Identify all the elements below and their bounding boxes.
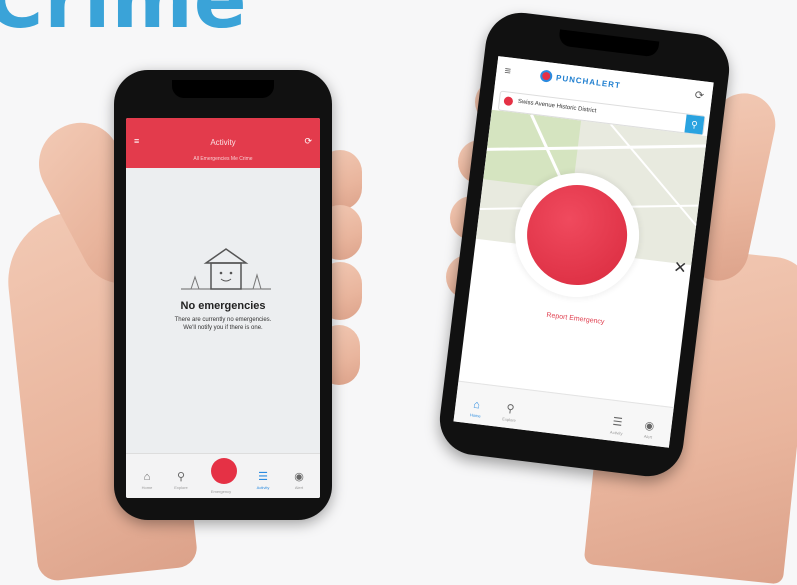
nav-label: Activity — [256, 485, 270, 490]
nav-emergency-label: Emergency — [206, 487, 236, 494]
bottom-nav: ⌂ Home ⚲ Explore Emergency ☰ Activity ◉ Aler… — [126, 453, 320, 498]
header-title: Activity — [210, 138, 236, 147]
nav-label: Explore — [502, 416, 517, 423]
empty-state-title: No emergencies — [180, 300, 266, 312]
left-phone: ≡ Activity ⟳ All Emergencies Me Crime No… — [114, 70, 332, 520]
nav-explore[interactable]: ⚲ Explore — [494, 400, 526, 424]
emergency-button[interactable] — [211, 458, 237, 484]
phone-notch — [172, 80, 274, 98]
menu-icon[interactable]: ≡ — [504, 65, 512, 78]
refresh-icon[interactable]: ⟳ — [304, 136, 312, 147]
nav-label: Alert — [643, 433, 653, 440]
empty-state-message: There are currently no emergencies. We'l… — [140, 316, 306, 333]
nav-activity[interactable]: ☰ Activity — [601, 414, 633, 438]
nav-home[interactable]: ⌂ Home — [460, 397, 492, 420]
bottom-nav: ⌂ Home ⚲ Explore ☰ Activity ◉ Alert — [453, 380, 674, 448]
nav-explore[interactable]: ⚲ Explore — [166, 470, 196, 490]
left-phone-screen: ≡ Activity ⟳ All Emergencies Me Crime No… — [126, 118, 320, 498]
right-phone-screen: ≡ PUNCHALERT ⟳ Swiss Avenue Historic Dis… — [453, 56, 714, 448]
app-logo: PUNCHALERT — [555, 73, 622, 91]
filter-tabs[interactable]: All Emergencies Me Crime — [130, 156, 316, 162]
nav-label: Explore — [174, 485, 188, 490]
punchalert-logo-icon — [539, 69, 553, 83]
close-icon[interactable]: ✕ — [672, 257, 688, 278]
nav-label: Activity — [609, 429, 623, 437]
headline-text: Crime — [0, 0, 248, 46]
nav-activity[interactable]: ☰ Activity — [248, 470, 278, 490]
nav-label: Alert — [294, 485, 304, 490]
activity-header: ≡ Activity ⟳ All Emergencies Me Crime — [126, 118, 320, 168]
nav-alert[interactable]: ◉ Alert — [284, 470, 314, 490]
refresh-icon[interactable]: ⟳ — [694, 88, 705, 102]
empty-line-1: There are currently no emergencies. — [174, 317, 272, 323]
search-icon[interactable]: ⚲ — [684, 114, 705, 135]
nav-label: Emergency — [210, 489, 232, 494]
nav-label: Home — [469, 412, 481, 419]
phone-notch — [558, 29, 660, 58]
location-pin-icon — [503, 96, 514, 107]
nav-home[interactable]: ⌂ Home — [132, 471, 162, 490]
house-illustration-icon — [181, 248, 271, 290]
nav-label: Home — [141, 485, 153, 490]
report-emergency-label: Report Emergency — [545, 311, 605, 326]
search-text: Swiss Avenue Historic District — [517, 98, 597, 115]
nav-alert[interactable]: ◉ Alert — [633, 417, 665, 441]
empty-line-2: We'll notify you if there is one. — [183, 325, 263, 332]
